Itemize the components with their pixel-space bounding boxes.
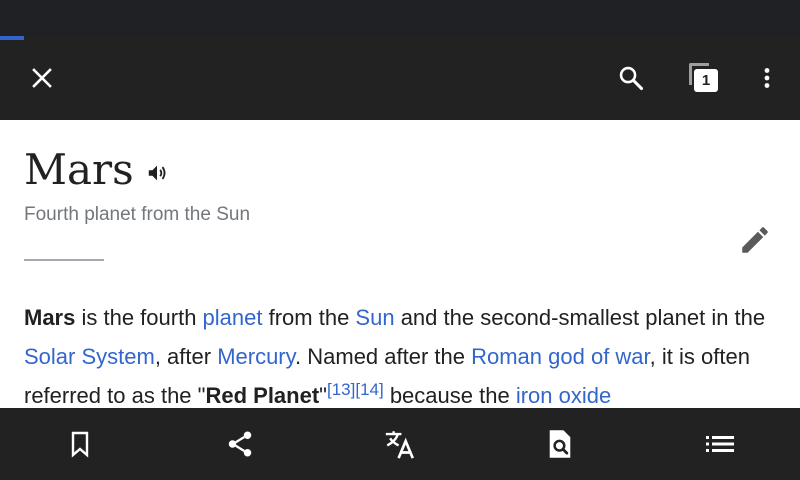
contents-icon xyxy=(706,436,734,452)
reference-13[interactable]: [13] xyxy=(327,380,355,399)
text-run: because the xyxy=(383,383,516,408)
close-button[interactable] xyxy=(14,36,70,120)
article-body: Mars is the fourth planet from the Sun a… xyxy=(24,298,784,408)
text-run: from the xyxy=(262,305,356,330)
close-icon xyxy=(32,68,52,88)
find-in-page-button[interactable] xyxy=(520,408,600,480)
status-bar xyxy=(0,0,800,36)
tabs-count: 1 xyxy=(694,69,718,92)
tabs-icon: 1 xyxy=(689,63,719,93)
find-in-page-icon xyxy=(549,430,571,458)
page-load-progress xyxy=(0,36,24,40)
overflow-menu-button[interactable] xyxy=(739,36,795,120)
title-divider xyxy=(24,259,104,261)
text-run: and the second-smallest planet in the xyxy=(394,305,766,330)
speaker-icon xyxy=(148,165,166,181)
link-solar-system[interactable]: Solar System xyxy=(24,344,155,369)
more-vert-icon xyxy=(764,68,770,88)
bookmark-icon xyxy=(71,431,89,458)
tabs-button[interactable]: 1 xyxy=(676,36,732,120)
bold-term: Mars xyxy=(24,305,76,330)
text-run: . Named after the xyxy=(295,344,472,369)
text-run: is the fourth xyxy=(75,305,203,330)
translate-button[interactable] xyxy=(360,408,440,480)
article-content: Mars Fourth planet from the Sun Mars is … xyxy=(0,120,800,408)
search-icon xyxy=(619,66,644,91)
text-run: , after xyxy=(154,344,218,369)
link-planet[interactable]: planet xyxy=(203,305,263,330)
contents-button[interactable] xyxy=(680,408,760,480)
reference-14[interactable]: [14] xyxy=(355,380,383,399)
article-title: Mars xyxy=(24,145,134,194)
share-button[interactable] xyxy=(200,408,280,480)
pronunciation-button[interactable] xyxy=(146,162,168,184)
bottom-toolbar xyxy=(0,408,800,480)
link-mercury[interactable]: Mercury xyxy=(217,344,295,369)
pencil-icon xyxy=(742,227,768,253)
article-description: Fourth planet from the Sun xyxy=(24,204,251,225)
link-sun[interactable]: Sun xyxy=(355,305,394,330)
top-toolbar: 1 xyxy=(0,36,800,120)
share-icon xyxy=(228,431,252,457)
bookmark-button[interactable] xyxy=(40,408,120,480)
title-row: Mars xyxy=(24,140,168,200)
lead-paragraph: Mars is the fourth planet from the Sun a… xyxy=(24,298,784,408)
link-roman-god-of-war[interactable]: Roman god of war xyxy=(471,344,650,369)
search-button[interactable] xyxy=(603,36,659,120)
translate-icon xyxy=(385,431,414,459)
edit-button[interactable] xyxy=(733,218,777,262)
bold-term: Red Planet xyxy=(205,383,320,408)
text-run: " xyxy=(319,383,327,408)
link-iron-oxide[interactable]: iron oxide xyxy=(516,383,611,408)
